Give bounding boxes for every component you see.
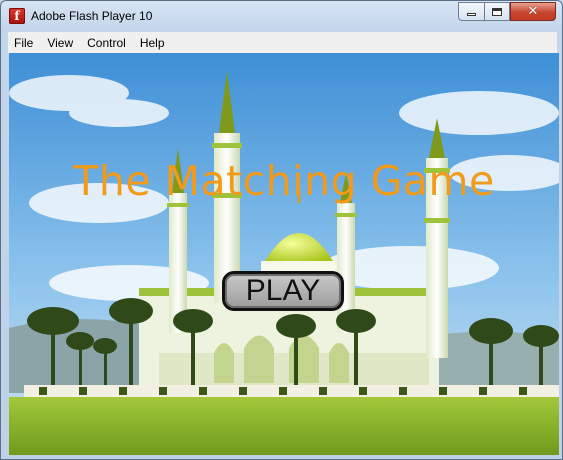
window-title: Adobe Flash Player 10 xyxy=(31,9,153,23)
game-title: The Matching Game xyxy=(73,157,495,205)
menu-bar: File View Control Help xyxy=(8,32,557,54)
menu-file[interactable]: File xyxy=(8,36,39,50)
close-button[interactable]: ✕ xyxy=(510,2,556,21)
minimize-icon xyxy=(467,13,476,16)
maximize-button[interactable] xyxy=(484,2,510,21)
minimize-button[interactable] xyxy=(458,2,484,21)
menu-view[interactable]: View xyxy=(41,36,79,50)
maximize-icon xyxy=(492,7,502,16)
mosque-background-image xyxy=(9,53,559,455)
flash-app-icon: f xyxy=(9,8,25,24)
menu-help[interactable]: Help xyxy=(134,36,171,50)
title-bar[interactable]: f Adobe Flash Player 10 ✕ xyxy=(1,1,562,31)
play-button[interactable]: PLAY xyxy=(222,271,344,311)
flash-stage[interactable]: The Matching Game PLAY xyxy=(9,53,559,455)
close-icon: ✕ xyxy=(527,4,539,19)
menu-control[interactable]: Control xyxy=(81,36,132,50)
flash-player-window: f Adobe Flash Player 10 ✕ File View Cont… xyxy=(0,0,563,460)
